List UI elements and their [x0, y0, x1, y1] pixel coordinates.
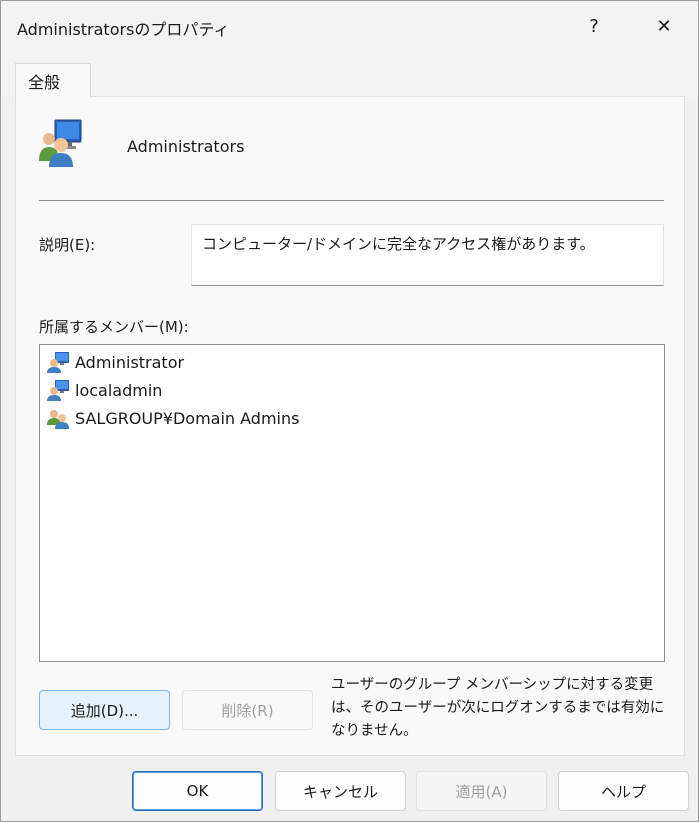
window-title: Administratorsのプロパティ	[17, 20, 230, 39]
ok-button[interactable]: OK	[132, 771, 263, 811]
members-list[interactable]: Administrator localadmin SALGROUP¥Domain…	[39, 344, 665, 662]
group-users-icon	[39, 119, 82, 167]
list-item[interactable]: SALGROUP¥Domain Admins	[46, 405, 299, 431]
separator	[39, 200, 664, 201]
remove-button[interactable]: 削除(R)	[182, 690, 313, 730]
help-icon[interactable]: ?	[572, 9, 616, 43]
cancel-button[interactable]: キャンセル	[275, 771, 406, 811]
properties-dialog: Administratorsのプロパティ ? ✕ 全般 Administrato…	[0, 0, 699, 822]
close-icon[interactable]: ✕	[642, 9, 686, 43]
apply-button[interactable]: 適用(A)	[416, 771, 547, 811]
member-name: SALGROUP¥Domain Admins	[75, 408, 300, 428]
user-computer-icon	[47, 352, 69, 373]
help-button[interactable]: ヘルプ	[558, 771, 689, 811]
member-name: Administrator	[75, 352, 185, 372]
add-button[interactable]: 追加(D)...	[39, 690, 170, 730]
tab-general[interactable]: 全般	[15, 63, 91, 98]
list-item[interactable]: localadmin	[46, 377, 162, 403]
member-name: localadmin	[75, 380, 163, 400]
domain-group-icon	[47, 410, 69, 429]
group-name: Administrators	[127, 137, 245, 156]
list-item[interactable]: Administrator	[46, 349, 184, 375]
user-computer-icon	[47, 380, 69, 401]
title-bar: Administratorsのプロパティ ? ✕	[1, 1, 698, 51]
membership-note: ユーザーのグループ メンバーシップに対する変更は、そのユーザーが次にログオンする…	[331, 677, 665, 739]
members-label: 所属するメンバー(M):	[39, 318, 189, 336]
description-field[interactable]: コンピューター/ドメインに完全なアクセス権があります。	[191, 224, 664, 286]
description-label: 説明(E):	[39, 236, 96, 254]
tab-strip: 全般	[1, 51, 698, 98]
